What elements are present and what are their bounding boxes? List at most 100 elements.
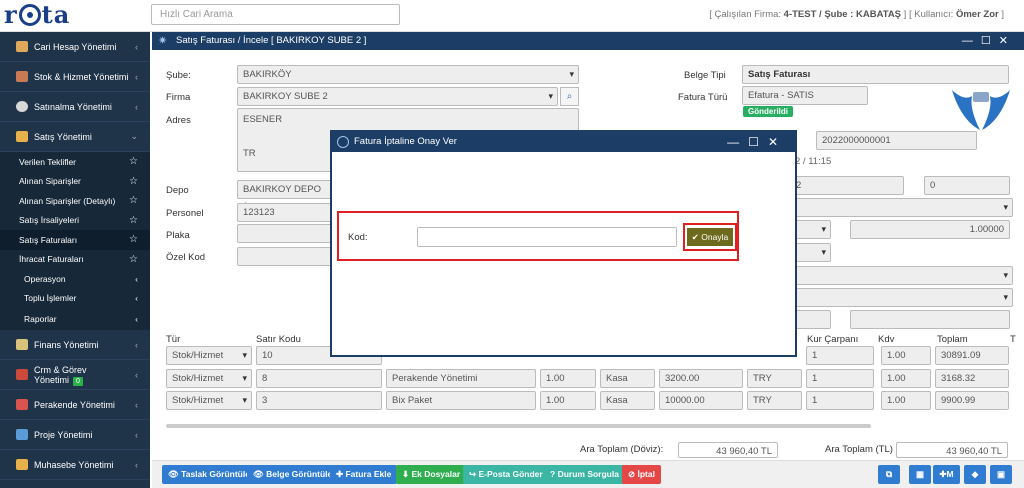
maximize-icon[interactable]: ☐ xyxy=(981,35,999,47)
chevron-left-icon: ‹ xyxy=(135,339,138,350)
zero-field[interactable]: 0 xyxy=(924,176,1010,195)
maximize-icon[interactable]: ☐ xyxy=(748,135,768,149)
quick-customer-search-input[interactable] xyxy=(151,4,400,25)
select-field-1[interactable] xyxy=(790,198,1013,217)
durum-sorgula-button[interactable]: ? Durum Sorgula xyxy=(544,465,625,484)
row3-tur[interactable]: Stok/Hizmet xyxy=(166,391,252,410)
sidebar-item-finans[interactable]: Finans Yönetimi ‹ xyxy=(0,330,150,360)
star-icon[interactable]: ☆ xyxy=(129,156,138,167)
row2-miktar[interactable]: 1.00 xyxy=(540,369,596,388)
row3-adi[interactable]: Bix Paket xyxy=(386,391,536,410)
sidebar-item-crm[interactable]: Crm & Görev Yönetimi 0 ‹ xyxy=(0,360,150,390)
plaka-field[interactable] xyxy=(237,224,333,243)
minimize-icon[interactable]: — xyxy=(727,135,748,149)
save-icon[interactable]: ▣ xyxy=(990,465,1012,484)
select-field-3[interactable] xyxy=(790,266,1013,285)
sidebar-sub-siparisler-detayli[interactable]: Alınan Siparişler (Detaylı) ☆ xyxy=(0,191,150,211)
add-m-button[interactable]: ✚M xyxy=(933,465,960,484)
modal-window-controls[interactable]: —☐✕ xyxy=(727,132,787,152)
depo-select[interactable]: BAKIRKOY DEPO 1 xyxy=(237,180,333,212)
taslak-goruntule-button[interactable]: 👁 Taslak Görüntüle xyxy=(162,465,256,484)
select-field-4[interactable] xyxy=(790,288,1013,307)
row1-kdv[interactable]: 1.00 xyxy=(881,346,931,365)
sidebar-group-operasyon[interactable]: Operasyon ‹ xyxy=(0,269,150,289)
star-icon[interactable]: ☆ xyxy=(129,215,138,226)
fatura-no-field[interactable]: 2022000000001 xyxy=(816,131,977,150)
rate-field[interactable]: 1.00000 xyxy=(850,220,1010,239)
row2-toplam[interactable]: 3168.32 xyxy=(935,369,1009,388)
row2-kdv[interactable]: 1.00 xyxy=(881,369,931,388)
sidebar-item-proje[interactable]: Proje Yönetimi ‹ xyxy=(0,420,150,450)
gear-icon: ✷ xyxy=(158,35,168,47)
sube-select[interactable]: BAKIRKÖY xyxy=(237,65,579,84)
people-icon xyxy=(16,41,28,52)
tag-icon[interactable]: ◆ xyxy=(964,465,986,484)
row3-fiyat[interactable]: 10000.00 xyxy=(659,391,743,410)
fatura-ekle-button[interactable]: ✚ Fatura Ekle xyxy=(330,465,398,484)
belge-goruntule-button[interactable]: 👁 Belge Görüntüle xyxy=(247,465,339,484)
minimize-icon[interactable]: — xyxy=(962,35,981,47)
ozel-kod-field[interactable] xyxy=(237,247,333,266)
row3-kasa[interactable]: Kasa xyxy=(600,391,655,410)
star-icon[interactable]: ☆ xyxy=(129,176,138,187)
star-icon[interactable]: ☆ xyxy=(129,254,138,265)
sidebar-item-satinalma[interactable]: Satınalma Yönetimi ‹ xyxy=(0,92,150,122)
close-icon[interactable]: ✕ xyxy=(768,135,787,149)
row3-kod[interactable]: 3 xyxy=(256,391,382,410)
sidebar-sub-satis-faturalari[interactable]: Satış Faturaları ☆ xyxy=(0,230,150,250)
sidebar-group-raporlar[interactable]: Raporlar ‹ xyxy=(0,308,150,330)
row3-miktar[interactable]: 1.00 xyxy=(540,391,596,410)
sidebar-item-cari[interactable]: Cari Hesap Yönetimi ‹ xyxy=(0,32,150,62)
row1-tur[interactable]: Stok/Hizmet xyxy=(166,346,252,365)
copy-icon[interactable]: ⧉ xyxy=(878,465,900,484)
sidebar-sub-teklifler[interactable]: Verilen Teklifler ☆ xyxy=(0,152,150,172)
gear-icon xyxy=(16,101,28,112)
onayla-button[interactable]: ✔ Onayla xyxy=(687,228,733,246)
sidebar-item-stok[interactable]: Stok & Hizmet Yönetimi ‹ xyxy=(0,62,150,92)
ek-dosyalar-button[interactable]: ⬇ Ek Dosyalar xyxy=(396,465,467,484)
question-icon: ? xyxy=(550,469,558,479)
row2-tur[interactable]: Stok/Hizmet xyxy=(166,369,252,388)
store-icon xyxy=(16,399,28,410)
row2-fiyat[interactable]: 3200.00 xyxy=(659,369,743,388)
sidebar-item-muhasebe[interactable]: Muhasebe Yönetimi ‹ xyxy=(0,450,150,480)
iptal-button[interactable]: ⊘ İptal xyxy=(622,465,661,484)
field-wide[interactable] xyxy=(850,310,1010,329)
personel-field[interactable]: 123123 xyxy=(237,203,333,222)
row2-adi[interactable]: Perakende Yönetimi xyxy=(386,369,536,388)
row3-doviz[interactable]: TRY xyxy=(747,391,802,410)
sidebar-item-perakende[interactable]: Perakende Yönetimi ‹ xyxy=(0,390,150,420)
chevron-left-icon: ‹ xyxy=(135,71,138,82)
row2-kasa[interactable]: Kasa xyxy=(600,369,655,388)
sidebar-sub-ihracat[interactable]: İhracat Faturaları ☆ xyxy=(0,249,150,269)
window-controls[interactable]: —☐✕ xyxy=(962,32,1016,50)
star-icon[interactable]: ☆ xyxy=(129,195,138,206)
horizontal-scrollbar[interactable] xyxy=(166,424,871,428)
sidebar-sub-irsaliyeler[interactable]: Satış İrsaliyeleri ☆ xyxy=(0,210,150,230)
adres-label: Adres xyxy=(166,115,191,126)
sidebar: Cari Hesap Yönetimi ‹ Stok & Hizmet Yönet… xyxy=(0,32,150,488)
firm-user-info: [ Çalışılan Firma: 4-TEST / Şube : KABAT… xyxy=(709,9,1004,20)
close-icon[interactable]: ✕ xyxy=(999,35,1016,47)
star-icon[interactable]: ☆ xyxy=(129,234,138,245)
fatura-turu-field: Efatura - SATIS xyxy=(742,86,868,105)
row3-kdv[interactable]: 1.00 xyxy=(881,391,931,410)
row1-toplam[interactable]: 30891.09 xyxy=(935,346,1009,365)
row2-doviz[interactable]: TRY xyxy=(747,369,802,388)
row3-kur[interactable]: 1 xyxy=(806,391,874,410)
kod-input[interactable] xyxy=(417,227,677,247)
eposta-gonder-button[interactable]: ↪ E-Posta Gönder xyxy=(463,465,549,484)
row3-toplam[interactable]: 9900.99 xyxy=(935,391,1009,410)
firma-select[interactable]: BAKIRKOY SUBE 2 xyxy=(237,87,558,106)
sidebar-item-satis[interactable]: Satış Yönetimi ⌄ xyxy=(0,122,150,152)
row2-kur[interactable]: 1 xyxy=(806,369,874,388)
rota-logo[interactable]: r ta xyxy=(4,2,134,28)
table-icon[interactable]: ▦ xyxy=(909,465,931,484)
row2-kod[interactable]: 8 xyxy=(256,369,382,388)
fragment-field[interactable]: 2 xyxy=(790,176,904,195)
row1-kur[interactable]: 1 xyxy=(806,346,874,365)
sidebar-group-toplu[interactable]: Toplu İşlemler ‹ xyxy=(0,288,150,308)
onay-highlight-box: ✔ Onayla xyxy=(683,223,737,251)
sidebar-sub-siparisler[interactable]: Alınan Siparişler ☆ xyxy=(0,171,150,191)
search-icon[interactable]: ⌕ xyxy=(560,87,579,106)
